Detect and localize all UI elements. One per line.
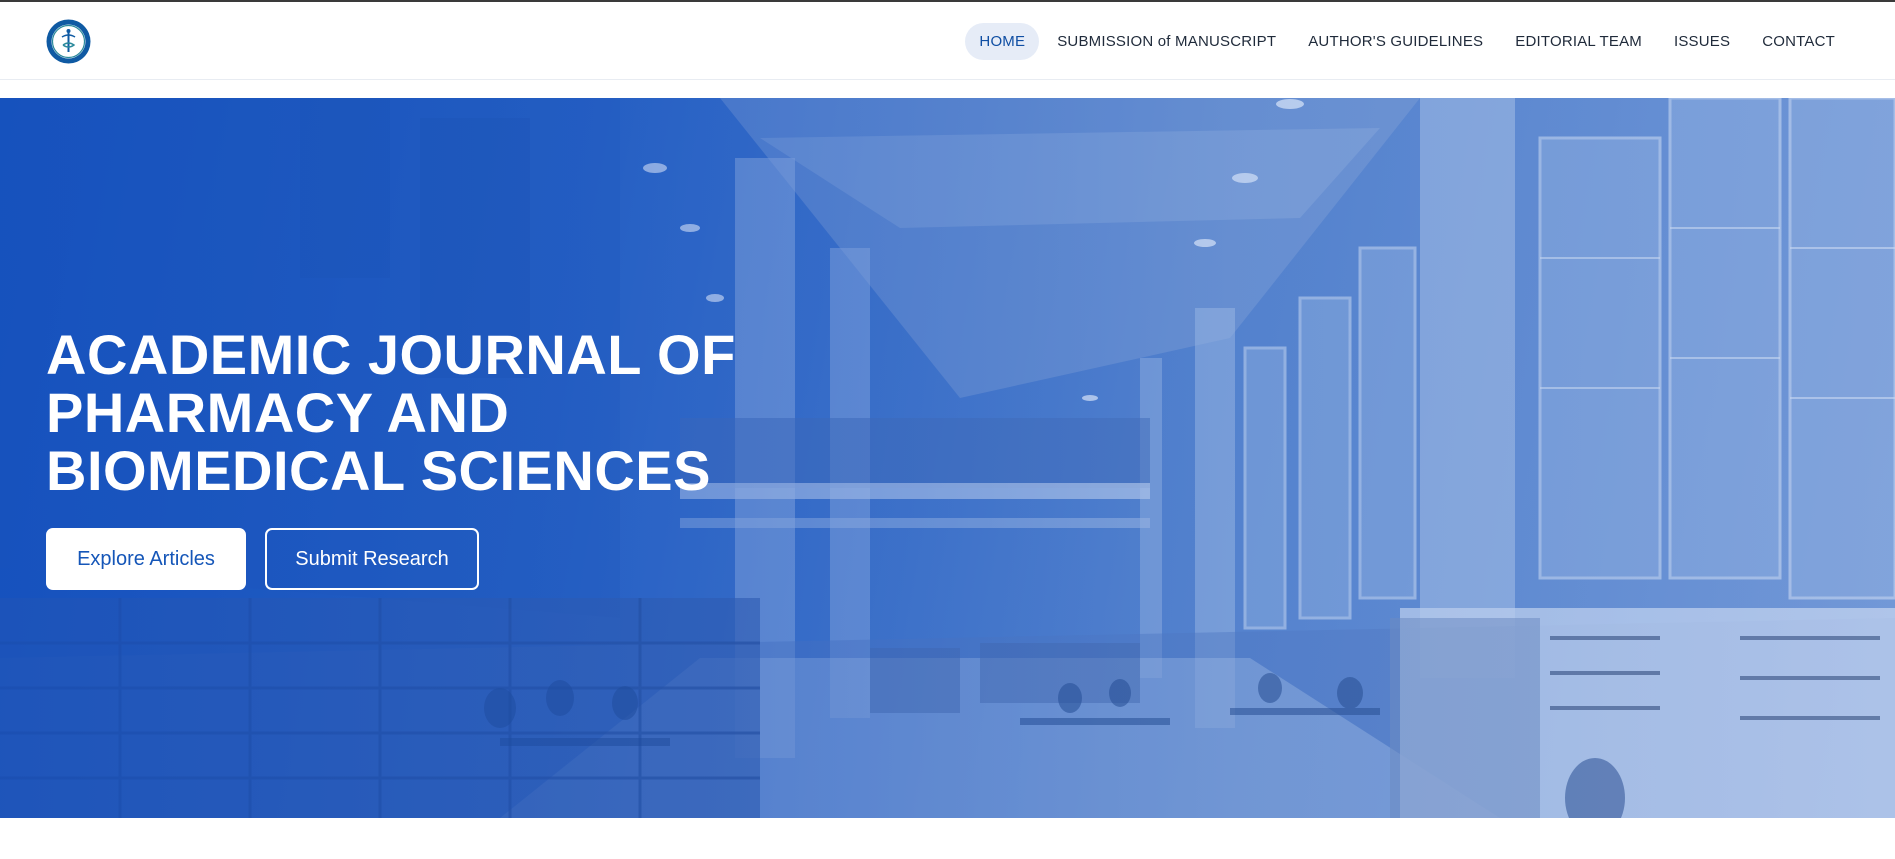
nav-submission-of-manuscript[interactable]: SUBMISSION of MANUSCRIPT (1043, 23, 1290, 60)
nav-authors-guidelines[interactable]: AUTHOR'S GUIDELINES (1294, 23, 1497, 60)
hero-section: ACADEMIC JOURNAL OF PHARMACY AND BIOMEDI… (0, 98, 1895, 818)
main-navigation: HOME SUBMISSION of MANUSCRIPT AUTHOR'S G… (965, 21, 1849, 61)
journal-logo[interactable] (46, 19, 91, 64)
submit-research-button[interactable]: Submit Research (265, 528, 479, 590)
nav-home[interactable]: HOME (965, 22, 1040, 60)
nav-contact[interactable]: CONTACT (1748, 23, 1849, 60)
nav-editorial-team[interactable]: EDITORIAL TEAM (1501, 23, 1656, 60)
site-header: HOME SUBMISSION of MANUSCRIPT AUTHOR'S G… (0, 2, 1895, 80)
hero-title: ACADEMIC JOURNAL OF PHARMACY AND BIOMEDI… (46, 323, 736, 502)
journal-seal-logo-icon (46, 19, 91, 64)
explore-articles-button[interactable]: Explore Articles (46, 528, 246, 590)
nav-issues[interactable]: ISSUES (1660, 23, 1744, 60)
